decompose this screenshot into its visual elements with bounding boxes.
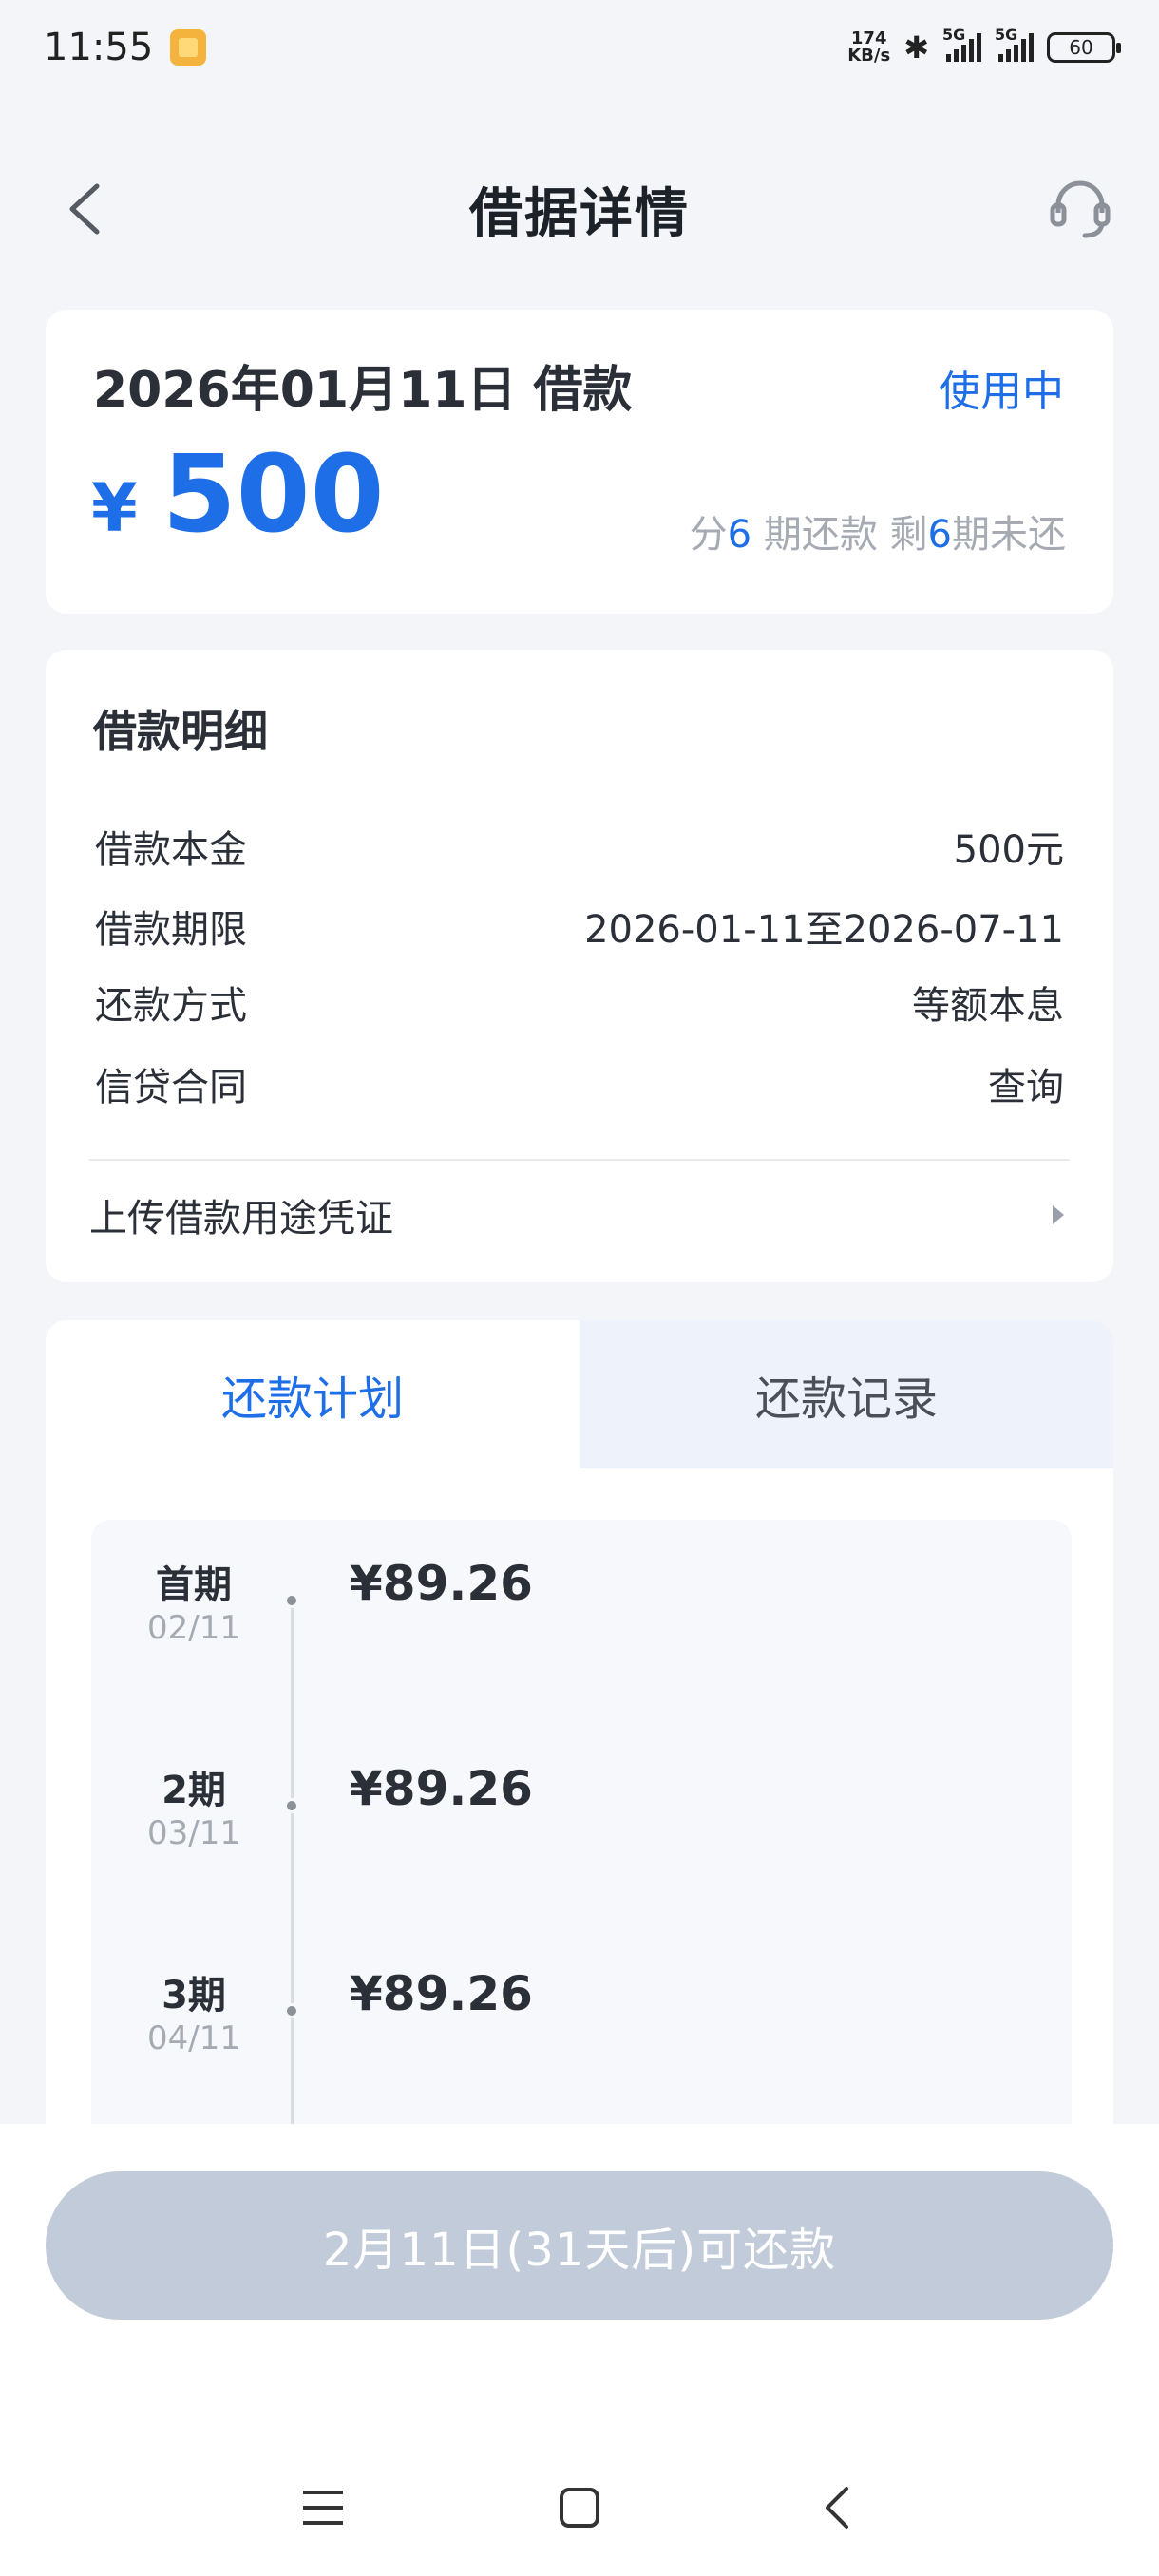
installment-name: 首期 bbox=[156, 1563, 232, 1607]
page-header: 借据详情 bbox=[0, 142, 1159, 275]
nav-back-button[interactable] bbox=[788, 2470, 884, 2546]
status-left: 11:55 bbox=[44, 26, 207, 69]
detail-title: 借款明细 bbox=[93, 706, 268, 757]
chevron-right-icon bbox=[1053, 1205, 1064, 1224]
loan-amount: ¥ 500 bbox=[91, 433, 385, 557]
home-square-icon bbox=[560, 2488, 599, 2528]
timeline-line bbox=[291, 1600, 294, 2128]
tabs: 还款计划 还款记录 bbox=[46, 1320, 1113, 1468]
tab-repayment-record[interactable]: 还款记录 bbox=[580, 1320, 1113, 1468]
back-icon bbox=[826, 2487, 848, 2529]
timeline-dot bbox=[284, 1798, 299, 1813]
status-bar: 11:55 174 KB/s ✱ 5G 5G 60 bbox=[0, 0, 1159, 95]
detail-label: 借款期限 bbox=[95, 908, 247, 952]
detail-row-term: 借款期限 2026-01-11至2026-07-11 bbox=[95, 899, 1064, 954]
network-speed: 174 KB/s bbox=[847, 30, 890, 65]
signal-icon: 5G bbox=[942, 26, 981, 62]
installment-name: 3期 bbox=[162, 1974, 226, 2017]
back-arrow-icon[interactable] bbox=[59, 180, 116, 237]
loan-detail-card: 借款明细 借款本金 500元 借款期限 2026-01-11至2026-07-1… bbox=[46, 650, 1113, 1282]
detail-row-method: 还款方式 等额本息 bbox=[95, 975, 1064, 1030]
timeline-dot bbox=[284, 2003, 299, 2018]
status-right: 174 KB/s ✱ 5G 5G 60 bbox=[847, 26, 1121, 66]
installment-amount: ¥89.26 bbox=[350, 1966, 533, 2021]
bluetooth-icon: ✱ bbox=[903, 29, 929, 66]
terms-prefix: 分 bbox=[689, 513, 728, 557]
upload-proof-row[interactable]: 上传借款用途凭证 bbox=[89, 1182, 1064, 1248]
loan-amount-value: 500 bbox=[162, 433, 385, 557]
terms-remaining: 6 bbox=[927, 513, 952, 557]
battery-icon: 60 bbox=[1047, 32, 1121, 63]
repayment-plan-card: 还款计划 还款记录 首期 02/11 ¥89.26 2期 03/11 ¥89.2… bbox=[46, 1320, 1113, 2128]
installment-name: 2期 bbox=[162, 1769, 226, 1812]
detail-row-principal: 借款本金 500元 bbox=[95, 819, 1064, 874]
detail-label: 还款方式 bbox=[95, 984, 247, 1028]
installment-item: 3期 04/11 ¥89.26 bbox=[91, 1930, 1072, 2057]
installment-item: 首期 02/11 ¥89.26 bbox=[91, 1520, 1072, 1647]
detail-value: 等额本息 bbox=[912, 984, 1064, 1028]
tab-repayment-plan[interactable]: 还款计划 bbox=[46, 1320, 580, 1468]
loan-date: 2026年01月11日 借款 bbox=[93, 362, 633, 419]
installment-amount: ¥89.26 bbox=[350, 1761, 533, 1816]
signal-icon-2: 5G bbox=[995, 26, 1034, 62]
nav-menu-button[interactable] bbox=[276, 2470, 370, 2546]
repay-button[interactable]: 2月11日(31天后)可还款 bbox=[46, 2171, 1113, 2320]
loan-summary-card: 2026年01月11日 借款 使用中 ¥ 500 分6 期还款 剩6期未还 bbox=[46, 310, 1113, 614]
detail-label: 借款本金 bbox=[95, 828, 247, 872]
upload-proof-label: 上传借款用途凭证 bbox=[89, 1197, 393, 1241]
battery-level: 60 bbox=[1069, 36, 1093, 59]
installment-amount: ¥89.26 bbox=[350, 1556, 533, 1611]
terms-mid: 期还款 剩 bbox=[751, 513, 928, 557]
contract-query-link[interactable]: 查询 bbox=[988, 1056, 1064, 1111]
loan-terms: 分6 期还款 剩6期未还 bbox=[690, 503, 1066, 559]
network-speed-unit: KB/s bbox=[847, 46, 891, 66]
customer-service-icon[interactable] bbox=[1047, 177, 1113, 243]
detail-value: 500元 bbox=[953, 828, 1064, 872]
detail-value: 2026-01-11至2026-07-11 bbox=[584, 908, 1064, 952]
terms-total: 6 bbox=[727, 513, 752, 557]
menu-icon bbox=[303, 2491, 343, 2525]
status-time: 11:55 bbox=[44, 26, 154, 69]
loan-currency: ¥ bbox=[91, 469, 138, 547]
nav-home-button[interactable] bbox=[532, 2470, 627, 2546]
detail-label: 信贷合同 bbox=[95, 1066, 247, 1109]
installment-date: 03/11 bbox=[147, 1814, 240, 1852]
repayment-schedule: 首期 02/11 ¥89.26 2期 03/11 ¥89.26 3期 04/11… bbox=[91, 1520, 1072, 2128]
signal-label: 5G bbox=[942, 26, 966, 44]
timeline-dot bbox=[284, 1593, 299, 1608]
page-title: 借据详情 bbox=[469, 182, 690, 245]
detail-row-contract: 信贷合同 查询 bbox=[95, 1056, 1064, 1111]
divider bbox=[89, 1159, 1070, 1161]
system-nav-bar bbox=[0, 2451, 1159, 2565]
installment-date: 04/11 bbox=[147, 2019, 240, 2057]
loan-status-badge: 使用中 bbox=[939, 368, 1064, 416]
terms-suffix: 期未还 bbox=[952, 513, 1066, 557]
notification-app-icon bbox=[170, 29, 207, 66]
signal-label-2: 5G bbox=[995, 26, 1018, 44]
installment-date: 02/11 bbox=[147, 1609, 240, 1647]
installment-item: 2期 03/11 ¥89.26 bbox=[91, 1725, 1072, 1852]
